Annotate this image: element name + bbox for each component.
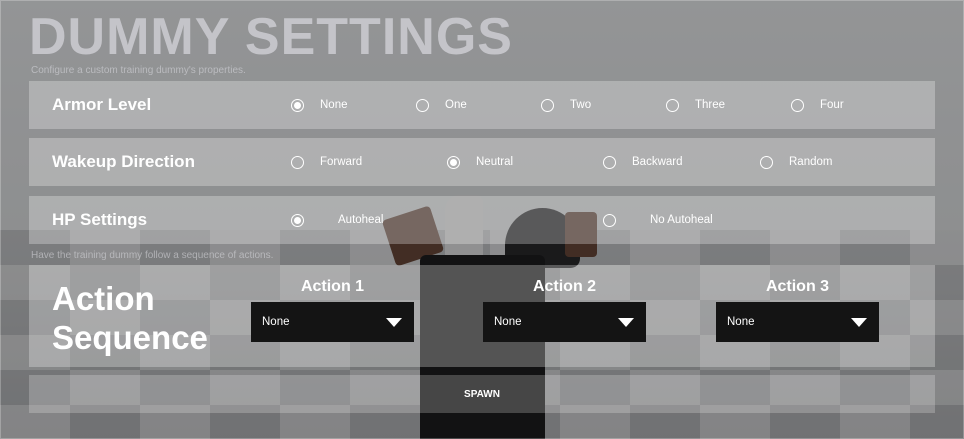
wakeup-option-neutral[interactable]: Neutral	[447, 138, 513, 186]
radio-unselected-icon[interactable]	[791, 98, 804, 112]
armor-option-label: Four	[820, 99, 844, 111]
page-title: DUMMY SETTINGS	[29, 8, 513, 66]
action-2-label: Action 2	[532, 278, 597, 295]
wakeup-option-backward[interactable]: Backward	[603, 138, 683, 186]
action-sequence-hint: Have the training dummy follow a sequenc…	[31, 250, 274, 261]
radio-selected-icon[interactable]	[291, 98, 304, 112]
wakeup-option-forward[interactable]: Forward	[291, 138, 362, 186]
armor-option-label: None	[320, 99, 348, 111]
armor-option-one[interactable]: One	[416, 81, 467, 129]
armor-option-label: Three	[695, 99, 726, 111]
chevron-down-icon	[618, 318, 634, 327]
armor-option-none[interactable]: None	[291, 81, 348, 129]
action-sequence-title: Action Sequence	[52, 279, 208, 357]
radio-unselected-icon[interactable]	[603, 155, 616, 169]
page-subtitle: Configure a custom training dummy's prop…	[31, 65, 246, 76]
radio-unselected-icon[interactable]	[603, 213, 616, 227]
wakeup-option-label: Random	[789, 156, 833, 168]
action-2-value: None	[494, 316, 522, 328]
armor-option-four[interactable]: Four	[791, 81, 844, 129]
wakeup-option-label: Backward	[632, 156, 683, 168]
radio-unselected-icon[interactable]	[541, 98, 554, 112]
chevron-down-icon	[386, 318, 402, 327]
armor-option-label: One	[445, 99, 467, 111]
armor-level-label: Armor Level	[52, 95, 152, 114]
hp-option-label: No Autoheal	[650, 214, 713, 226]
action-1-dropdown[interactable]: None	[251, 302, 414, 342]
action-sequence-row: Action Sequence Action 1 None Action 2 N…	[29, 265, 935, 367]
action-sequence-title-line1: Action	[52, 280, 155, 317]
hp-option-autoheal[interactable]: Autoheal	[291, 196, 383, 244]
action-3-label: Action 3	[765, 278, 830, 295]
radio-unselected-icon[interactable]	[291, 155, 304, 169]
radio-selected-icon[interactable]	[291, 213, 304, 227]
radio-unselected-icon[interactable]	[666, 98, 679, 112]
action-2-dropdown[interactable]: None	[483, 302, 646, 342]
action-1-label: Action 1	[300, 278, 365, 295]
action-3-value: None	[727, 316, 755, 328]
wakeup-option-label: Forward	[320, 156, 363, 168]
radio-selected-icon[interactable]	[447, 155, 460, 169]
radio-unselected-icon[interactable]	[760, 155, 773, 169]
hp-option-no-autoheal[interactable]: No Autoheal	[603, 196, 713, 244]
action-3-dropdown[interactable]: None	[716, 302, 879, 342]
armor-option-two[interactable]: Two	[541, 81, 591, 129]
armor-option-three[interactable]: Three	[666, 81, 725, 129]
spawn-button[interactable]: SPAWN	[29, 375, 935, 413]
wakeup-direction-label: Wakeup Direction	[52, 152, 195, 171]
action-sequence-title-line2: Sequence	[52, 319, 208, 356]
wakeup-option-label: Neutral	[476, 156, 514, 168]
armor-level-row: Armor Level None One Two Three Four	[29, 81, 935, 129]
dummy-settings-panel: DUMMY SETTINGS Configure a custom traini…	[0, 0, 964, 439]
armor-option-label: Two	[570, 99, 592, 111]
radio-unselected-icon[interactable]	[416, 98, 429, 112]
wakeup-option-random[interactable]: Random	[760, 138, 832, 186]
hp-settings-label: HP Settings	[52, 210, 148, 229]
hp-settings-row: HP Settings Autoheal No Autoheal	[29, 196, 935, 244]
chevron-down-icon	[851, 318, 867, 327]
hp-option-label: Autoheal	[338, 214, 384, 226]
action-1-value: None	[262, 316, 290, 328]
wakeup-direction-row: Wakeup Direction Forward Neutral Backwar…	[29, 138, 935, 186]
